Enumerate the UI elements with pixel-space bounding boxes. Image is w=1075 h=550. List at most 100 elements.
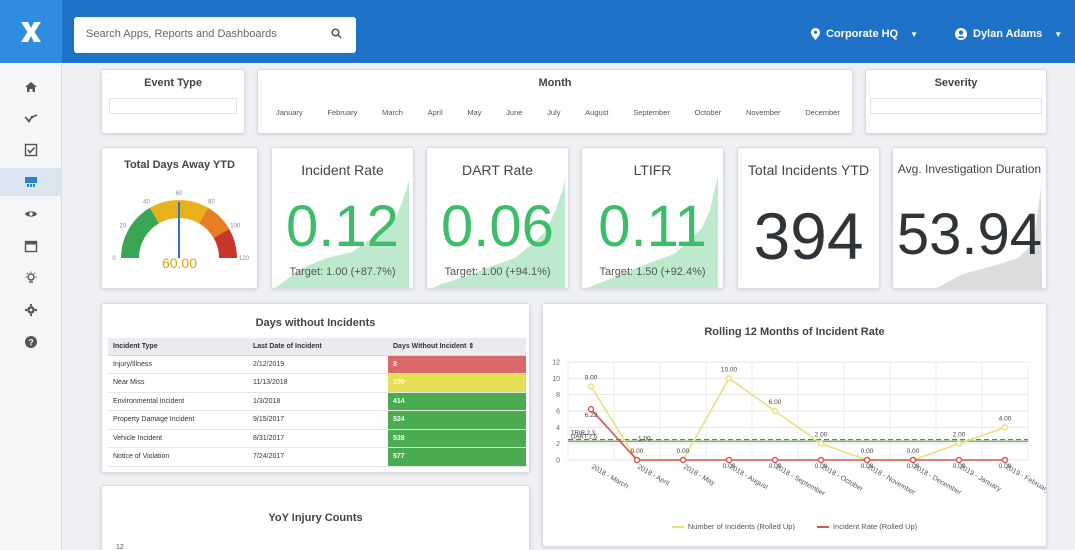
search-icon[interactable] bbox=[331, 28, 342, 39]
data-point[interactable] bbox=[771, 456, 779, 464]
table-row[interactable]: Environmental Incident 1/3/2018 414 bbox=[108, 392, 526, 411]
last-date-cell: 7/24/2017 bbox=[248, 447, 388, 467]
month-option[interactable]: May bbox=[467, 108, 481, 117]
dart-rate-value: 0.06 bbox=[441, 194, 554, 259]
column-header[interactable]: Incident Type bbox=[108, 338, 248, 356]
data-point[interactable] bbox=[679, 456, 687, 464]
days-without-cell: 539 bbox=[388, 429, 526, 448]
month-option[interactable]: October bbox=[695, 108, 722, 117]
month-option[interactable]: July bbox=[547, 108, 560, 117]
data-point[interactable] bbox=[633, 456, 641, 464]
sidebar-item-tasks[interactable] bbox=[0, 136, 62, 164]
avg-investigation-title: Avg. Investigation Duration bbox=[897, 162, 1042, 176]
data-label: 0.00 bbox=[631, 448, 644, 455]
month-option[interactable]: April bbox=[428, 108, 443, 117]
table-row[interactable]: Property Damage Incident 9/15/2017 524 bbox=[108, 410, 526, 430]
legend-item[interactable]: Incident Rate (Rolled Up) bbox=[816, 522, 917, 531]
data-point[interactable] bbox=[771, 407, 779, 415]
data-point[interactable] bbox=[587, 383, 595, 390]
data-label: 2.00 bbox=[815, 432, 828, 439]
last-date-cell: 1/3/2018 bbox=[248, 392, 388, 411]
last-date-cell: 9/15/2017 bbox=[248, 410, 388, 430]
incident-rate-card[interactable]: Incident Rate 0.12 Target: 1.00 (+87.7%) bbox=[271, 147, 414, 289]
severity-select[interactable] bbox=[870, 98, 1042, 114]
table-row[interactable]: Injury/Illness 2/12/2019 8 bbox=[108, 355, 526, 374]
month-option[interactable]: February bbox=[327, 108, 357, 117]
dart-rate-target: Target: 1.00 (+94.1%) bbox=[444, 266, 551, 278]
data-point[interactable] bbox=[725, 375, 733, 382]
last-date-cell: 2/12/2019 bbox=[248, 355, 388, 374]
sidebar-item-dashboards[interactable] bbox=[0, 168, 62, 196]
user-name: Dylan Adams bbox=[973, 28, 1043, 40]
table-row[interactable]: Near Miss 11/13/2018 100 bbox=[108, 373, 526, 393]
data-point[interactable] bbox=[863, 456, 871, 464]
column-header[interactable]: Days Without Incident ⇕ bbox=[388, 338, 526, 356]
incident-type-cell: Injury/Illness bbox=[108, 355, 248, 374]
home-icon bbox=[25, 82, 37, 92]
dart-rate-card[interactable]: DART Rate 0.06 Target: 1.00 (+94.1%) bbox=[426, 147, 569, 289]
y-tick-label: 2 bbox=[556, 441, 560, 448]
legend-swatch bbox=[816, 526, 829, 529]
data-point[interactable] bbox=[955, 440, 963, 447]
total-incidents-card[interactable]: Total Incidents YTD 394 bbox=[737, 147, 880, 289]
data-point[interactable] bbox=[817, 456, 825, 464]
sidebar-item-settings[interactable] bbox=[0, 296, 62, 324]
data-point[interactable] bbox=[1001, 456, 1009, 464]
table-row[interactable]: Vehicle Incident 8/31/2017 539 bbox=[108, 429, 526, 448]
location-selector[interactable]: Corporate HQ ▼ bbox=[811, 28, 918, 40]
sidebar-item-calendar[interactable] bbox=[0, 232, 62, 260]
event-type-filter: Event Type bbox=[101, 69, 245, 134]
x-logo-icon bbox=[21, 21, 41, 42]
data-point[interactable] bbox=[955, 456, 963, 464]
days-away-gauge: 020406080100120 bbox=[112, 191, 249, 262]
data-label: 10.00 bbox=[721, 366, 738, 373]
month-option[interactable]: January bbox=[276, 108, 303, 117]
y-tick-label: 6 bbox=[556, 409, 560, 416]
user-menu[interactable]: Dylan Adams ▼ bbox=[955, 28, 1062, 40]
data-point[interactable] bbox=[725, 456, 733, 464]
month-option[interactable]: March bbox=[382, 108, 403, 117]
yoy-y-tick: 12 bbox=[116, 544, 124, 550]
ltifr-card[interactable]: LTIFR 0.11 Target: 1.50 (+92.4%) bbox=[581, 147, 724, 289]
y-tick-label: 4 bbox=[556, 425, 560, 432]
app-logo[interactable] bbox=[0, 0, 62, 63]
sidebar-item-help[interactable]: ? bbox=[0, 328, 62, 356]
month-option[interactable]: November bbox=[746, 108, 781, 117]
dart-rate-title: DART Rate bbox=[461, 162, 534, 178]
total-incidents-title: Total Incidents YTD bbox=[747, 162, 870, 178]
legend-swatch bbox=[671, 526, 684, 529]
column-header[interactable]: Last Date of Incident bbox=[248, 338, 388, 356]
data-point[interactable] bbox=[1001, 424, 1009, 431]
sidebar-item-home[interactable] bbox=[0, 73, 62, 101]
legend-item[interactable]: Number of Incidents (Rolled Up) bbox=[671, 522, 795, 531]
total-days-away-card[interactable]: Total Days Away YTD 0 20 40 60 80 100 120 60.0… bbox=[101, 147, 258, 289]
month-option[interactable]: June bbox=[506, 108, 522, 117]
gauge-tick-label: 40 bbox=[143, 200, 150, 206]
data-point[interactable] bbox=[817, 440, 825, 447]
top-bar: Search Apps, Reports and Dashboards Corp… bbox=[0, 0, 1075, 63]
help-icon: ? bbox=[25, 336, 37, 348]
search-input[interactable]: Search Apps, Reports and Dashboards bbox=[74, 17, 356, 53]
month-option[interactable]: August bbox=[585, 108, 608, 117]
sidebar-item-trends[interactable] bbox=[0, 104, 62, 132]
sidebar-item-observations[interactable] bbox=[0, 200, 62, 228]
days-without-cell: 414 bbox=[388, 392, 526, 411]
avg-investigation-value: 53.94 bbox=[896, 202, 1043, 267]
severity-title: Severity bbox=[934, 77, 978, 89]
avg-investigation-card[interactable]: Avg. Investigation Duration 53.94 bbox=[892, 147, 1047, 289]
month-option[interactable]: September bbox=[633, 108, 670, 117]
days-without-cell: 524 bbox=[388, 410, 526, 430]
month-option[interactable]: December bbox=[805, 108, 840, 117]
event-type-title: Event Type bbox=[144, 77, 202, 89]
data-point[interactable] bbox=[587, 406, 595, 413]
sidebar-item-ideas[interactable] bbox=[0, 264, 62, 292]
table-row[interactable]: Notice of Violation 7/24/2017 577 bbox=[108, 447, 526, 467]
incident-type-cell: Notice of Violation bbox=[108, 447, 248, 467]
month-list: January February March April May June July Augu… bbox=[276, 108, 840, 117]
data-label: 2.00 bbox=[953, 432, 966, 439]
last-date-cell: 11/13/2018 bbox=[248, 373, 388, 393]
search-placeholder: Search Apps, Reports and Dashboards bbox=[86, 28, 277, 40]
data-point[interactable] bbox=[909, 456, 917, 464]
x-tick-label: 2018 - October bbox=[820, 464, 865, 494]
event-type-select[interactable] bbox=[109, 98, 237, 114]
